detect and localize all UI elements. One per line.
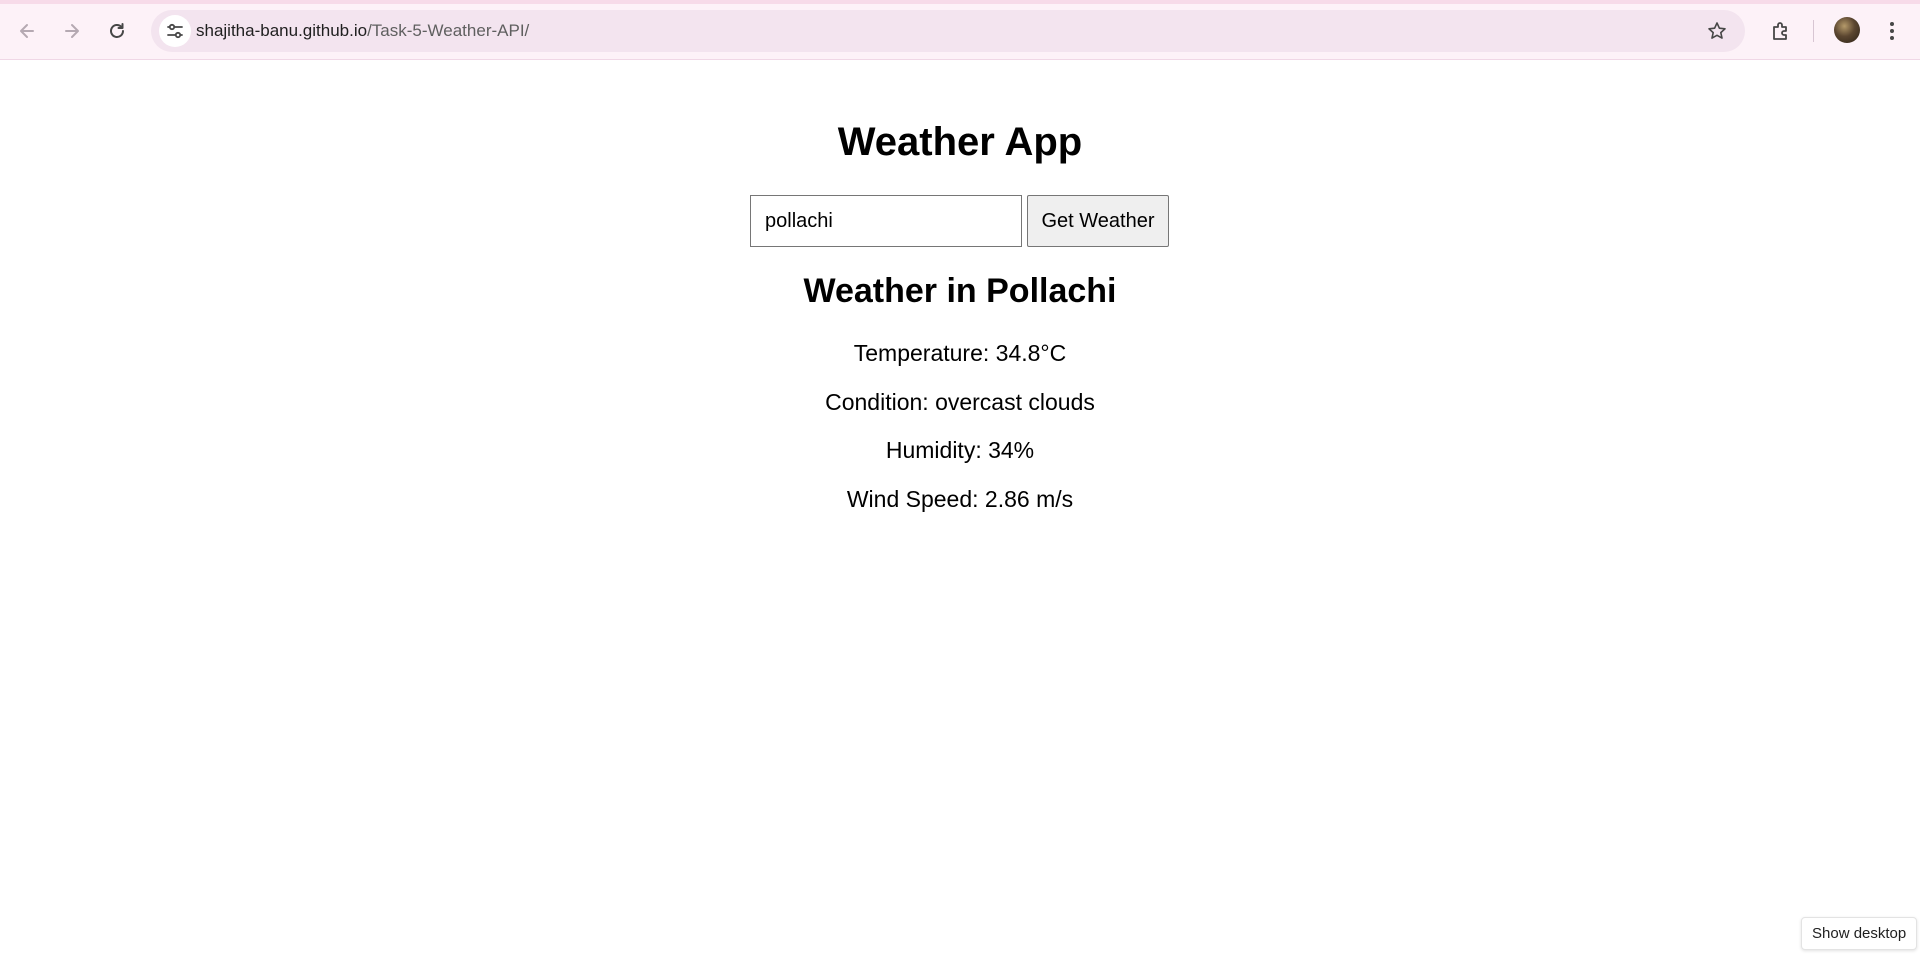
reload-button[interactable] <box>100 14 134 48</box>
back-button[interactable] <box>10 14 44 48</box>
url-text: shajitha-banu.github.io/Task-5-Weather-A… <box>196 21 529 41</box>
bookmark-button[interactable] <box>1705 19 1729 43</box>
humidity-text: Humidity: 34% <box>885 437 1035 463</box>
url-host: shajitha-banu.github.io <box>196 21 368 40</box>
site-info-button[interactable] <box>159 15 191 47</box>
show-desktop-tooltip: Show desktop <box>1801 917 1918 950</box>
condition-text: Condition: overcast clouds <box>825 389 1095 415</box>
page-title: Weather App <box>837 120 1083 164</box>
back-arrow-icon <box>20 24 34 38</box>
city-input[interactable] <box>750 195 1022 247</box>
forward-button[interactable] <box>55 14 89 48</box>
wind-speed-text: Wind Speed: 2.86 m/s <box>846 486 1074 512</box>
forward-arrow-icon <box>65 24 79 38</box>
browser-toolbar: shajitha-banu.github.io/Task-5-Weather-A… <box>0 0 1920 60</box>
puzzle-icon <box>1773 22 1787 40</box>
star-icon <box>1708 22 1726 39</box>
weather-heading: Weather in Pollachi <box>803 272 1117 310</box>
address-bar[interactable]: shajitha-banu.github.io/Task-5-Weather-A… <box>151 10 1745 52</box>
search-form: Get Weather <box>750 195 1169 247</box>
extensions-button[interactable] <box>1766 16 1796 46</box>
toolbar-divider <box>1813 20 1814 42</box>
profile-avatar[interactable] <box>1834 17 1860 43</box>
tab-strip <box>0 0 1920 4</box>
tune-icon <box>167 23 183 39</box>
temperature-text: Temperature: 34.8°C <box>853 340 1067 366</box>
browser-menu-button[interactable] <box>1877 16 1907 46</box>
url-path: /Task-5-Weather-API/ <box>367 21 530 40</box>
kebab-menu-icon <box>1890 22 1894 40</box>
get-weather-button[interactable]: Get Weather <box>1027 195 1169 247</box>
reload-icon <box>110 23 124 38</box>
page-content: Weather App Get Weather Weather in Polla… <box>0 60 1920 965</box>
